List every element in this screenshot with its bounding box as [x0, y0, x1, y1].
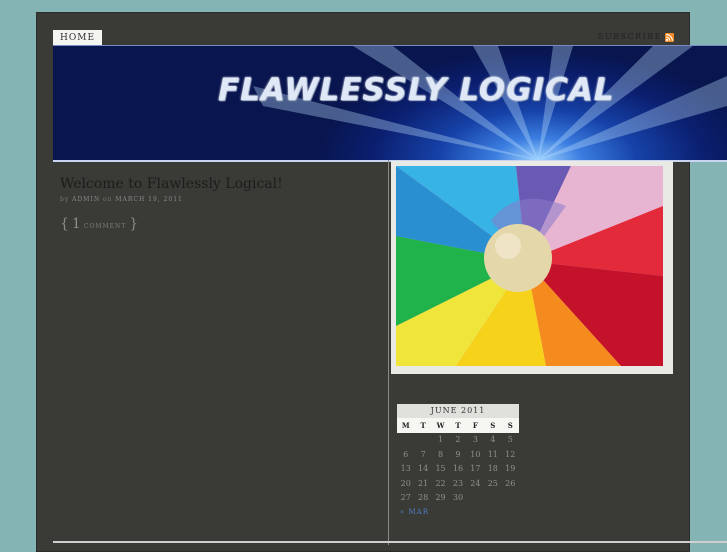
comments-link[interactable]: { 1 COMMENT } [60, 216, 138, 232]
calendar-day: 22 [435, 478, 446, 488]
rainbow-pinwheel-image[interactable] [396, 166, 663, 366]
calendar-day [467, 491, 484, 506]
calendar-week-row: 13 14 15 16 17 18 19 [397, 462, 519, 477]
calendar-widget: JUNE 2011 M T W T F S S 1 2 3 4 5 6 7 8 … [397, 404, 519, 516]
calendar-day [502, 491, 519, 506]
calendar-day: 3 [472, 435, 478, 444]
calendar-weekday-header: M T W T F S S [397, 418, 519, 433]
footer-divider [53, 541, 727, 543]
calendar-prev-month-link[interactable]: « MAR [400, 508, 519, 516]
calendar-day: 20 [400, 478, 411, 488]
calendar-day-label: W [436, 421, 445, 430]
post-date: MARCH 19, 2011 [115, 196, 183, 203]
calendar-day: 16 [452, 464, 464, 473]
calendar-day-label: S [507, 421, 513, 430]
site-header-banner[interactable]: FLAWLESSLY LOGICAL [53, 45, 727, 162]
calendar-day: 24 [470, 478, 481, 488]
calendar-day: 4 [490, 435, 496, 444]
nav-home-tab[interactable]: HOME [53, 30, 103, 46]
calendar-day: 25 [487, 478, 498, 488]
calendar-day [397, 433, 414, 448]
calendar-day: 14 [418, 464, 429, 473]
comment-label: COMMENT [83, 223, 127, 230]
calendar-day [414, 433, 431, 448]
calendar-day: 7 [420, 449, 426, 459]
calendar-week-row: 1 2 3 4 5 [397, 433, 519, 448]
calendar-day: 17 [470, 464, 481, 473]
calendar-day-label: M [401, 421, 410, 430]
calendar-day-label: T [420, 421, 426, 430]
calendar-caption: JUNE 2011 [397, 404, 519, 418]
calendar-day: 21 [418, 478, 429, 488]
site-title[interactable]: FLAWLESSLY LOGICAL [218, 72, 615, 108]
calendar-day: 12 [505, 449, 516, 459]
calendar-day: 11 [487, 449, 498, 459]
calendar-week-row: 6 7 8 9 10 11 12 [397, 448, 519, 463]
calendar-day: 6 [403, 449, 409, 459]
post-author-link[interactable]: ADMIN [72, 196, 100, 203]
calendar-day-label: T [455, 421, 461, 430]
calendar-day: 8 [438, 449, 444, 459]
calendar-day: 29 [435, 493, 446, 502]
calendar-day: 1 [438, 435, 444, 444]
rss-icon [665, 32, 674, 42]
calendar-day: 9 [455, 449, 461, 459]
comment-count: 1 [71, 216, 81, 232]
calendar-day-label: S [490, 421, 496, 430]
calendar-day: 28 [418, 493, 429, 502]
calendar-day [484, 491, 501, 506]
calendar-day: 23 [452, 478, 464, 488]
subscribe-label: SUBSCRIBE [597, 32, 662, 41]
calendar-day: 5 [507, 435, 513, 444]
calendar-week-row: 20 21 22 23 24 25 26 [397, 477, 519, 492]
calendar-day: 30 [452, 493, 464, 502]
calendar-day: 26 [505, 478, 516, 488]
calendar-week-row: 27 28 29 30 [397, 491, 519, 506]
calendar-day: 18 [487, 464, 498, 473]
calendar-day-label: F [472, 421, 478, 430]
post-meta-by: by [60, 196, 70, 203]
subscribe-link[interactable]: SUBSCRIBE [598, 31, 674, 43]
calendar-day: 15 [435, 464, 446, 473]
comment-brace-close: } [129, 216, 139, 232]
post-title[interactable]: Welcome to Flawlessly Logical! [60, 176, 283, 192]
calendar-day: 19 [505, 464, 516, 473]
calendar-day: 13 [400, 464, 411, 473]
post-meta: by ADMIN on MARCH 19, 2011 [60, 196, 183, 203]
comment-brace-open: { [60, 216, 69, 232]
post-meta-on: on [103, 196, 113, 203]
calendar-day: 2 [455, 435, 461, 444]
sidebar-photo-frame [391, 161, 673, 374]
column-divider [388, 160, 389, 545]
calendar-day: 10 [470, 449, 481, 459]
calendar-day: 27 [400, 493, 411, 502]
